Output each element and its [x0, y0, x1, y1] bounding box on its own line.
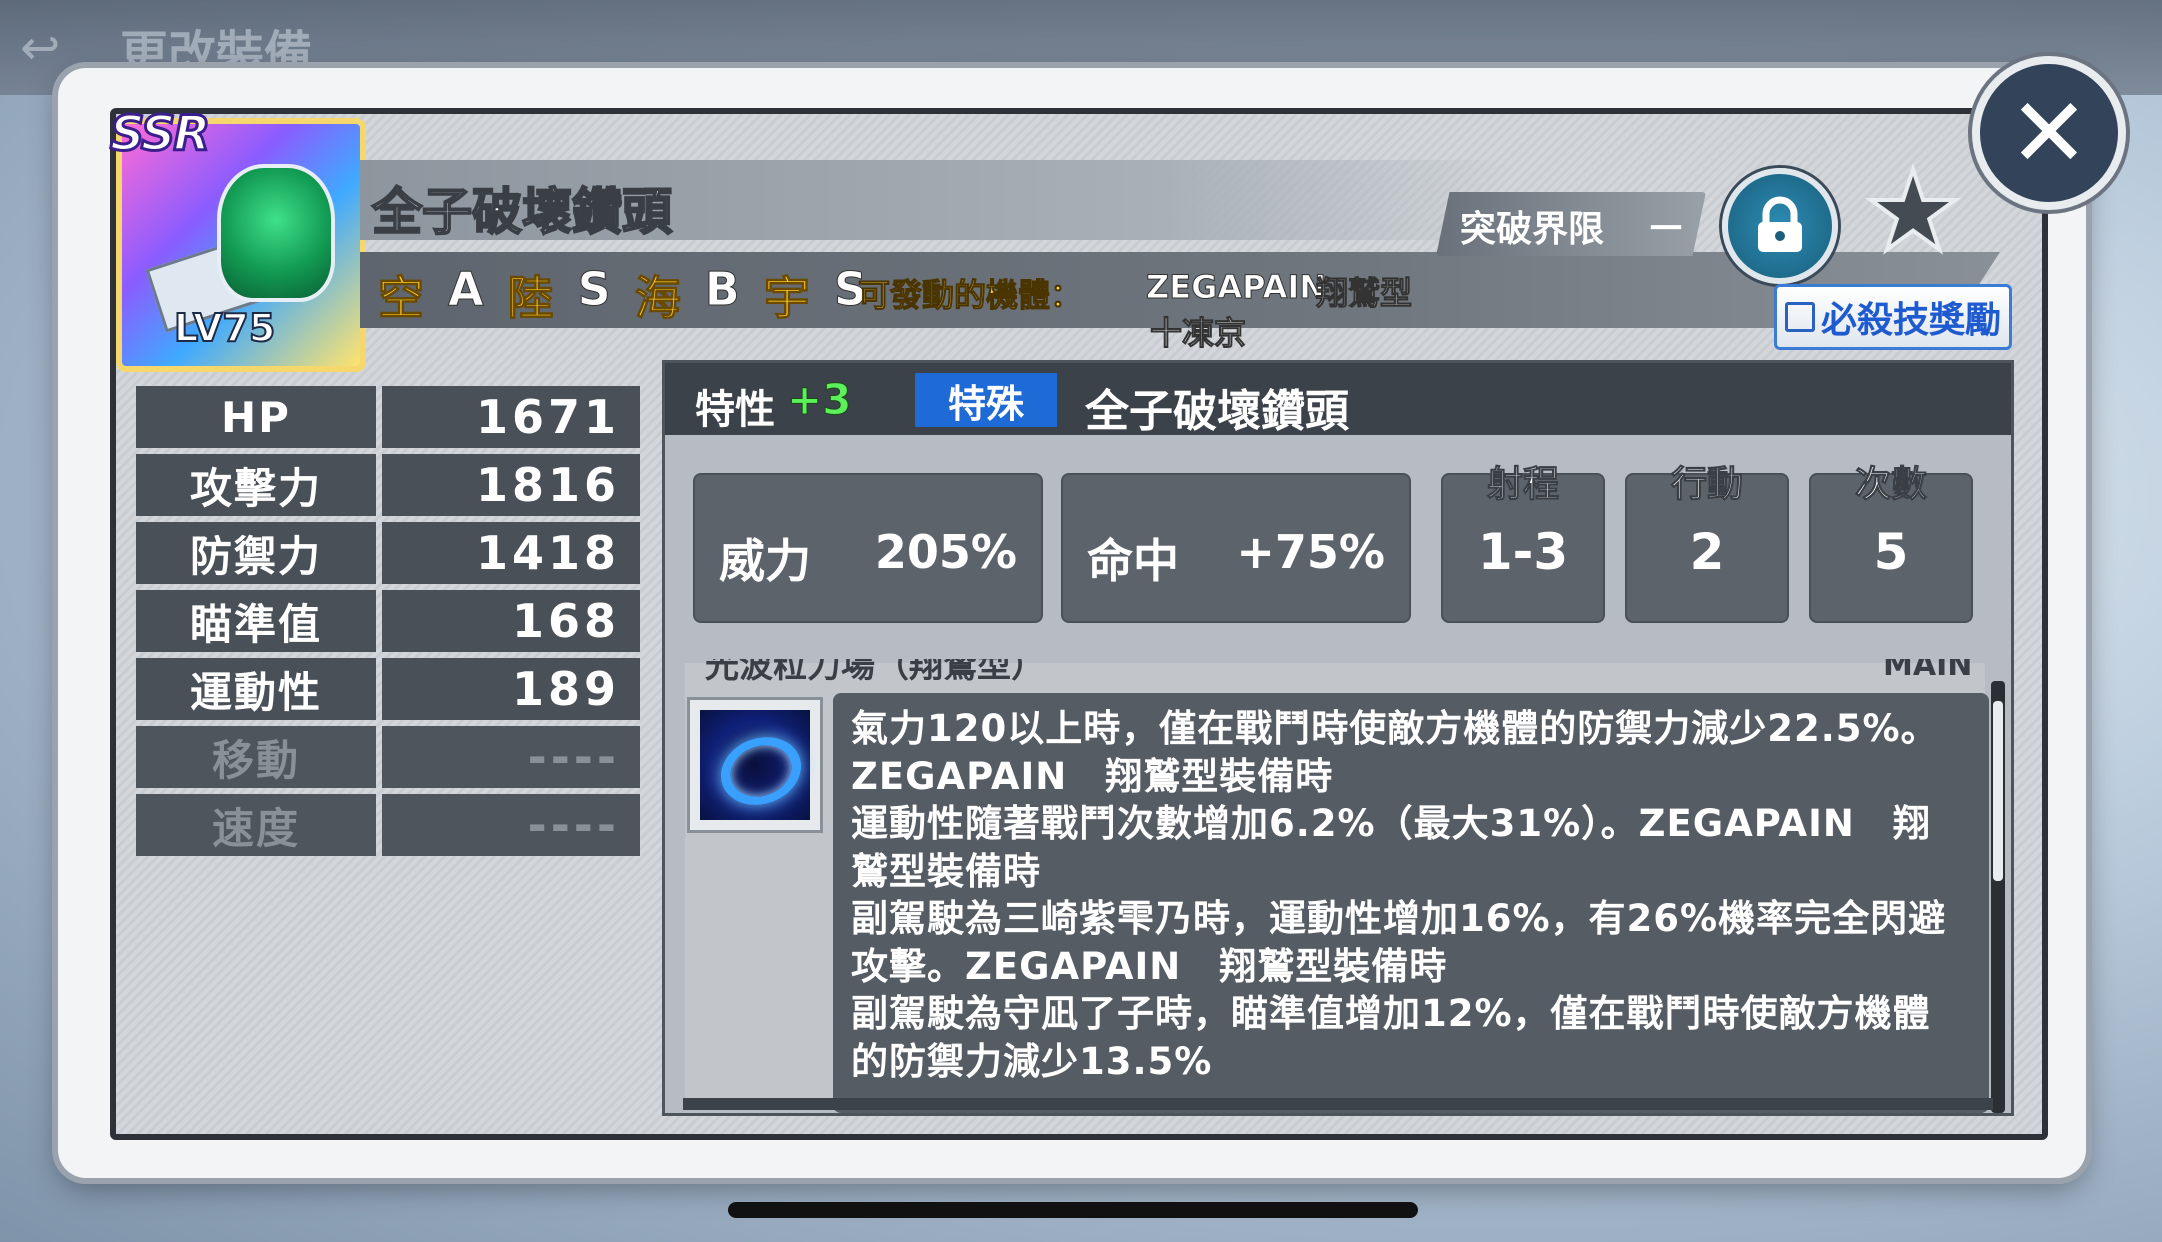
available-unit: 十凍京: [1149, 314, 1247, 353]
back-arrow-icon: ↩: [20, 20, 61, 76]
skill-header: 特性 +3 特殊 全子破壞鑽頭: [665, 363, 2011, 437]
star-icon[interactable]: ★: [1858, 154, 1968, 268]
range-label: 射程: [1486, 464, 1559, 506]
stat-row-move: 移動 ----: [136, 726, 642, 788]
available-unit: 翔鷲型: [1315, 274, 1413, 313]
stats-table: HP 1671 攻擊力 1816 防禦力 1418 瞄準值 168 運動性 18…: [136, 386, 642, 862]
count-value: 5: [1873, 523, 1909, 581]
ability-description: 氣力120以上時，僅在戰鬥時使敵方機體的防禦力減少22.5%。 ZEGAPAIN…: [851, 707, 1947, 1083]
terrain-sea-value: B: [704, 262, 746, 317]
count-box: 次數 5: [1809, 464, 1973, 623]
hit-label: 命中: [1087, 534, 1179, 588]
stat-label: 運動性: [136, 658, 376, 720]
home-indicator[interactable]: [728, 1202, 1418, 1218]
rarity-badge: SSR: [108, 105, 211, 164]
card-name: 全子破壞鑽頭: [371, 182, 673, 242]
stat-value: ----: [382, 794, 640, 856]
stat-label: 防禦力: [136, 522, 376, 584]
ability-tag-partial: MAIN: [1883, 659, 1973, 683]
ultimate-reward-label: 必殺技獎勵: [1820, 300, 2001, 341]
stat-label: HP: [136, 386, 376, 448]
stat-label: 速度: [136, 794, 376, 856]
limit-break-label: 突破界限: [1460, 209, 1605, 250]
stat-row-defense: 防禦力 1418: [136, 522, 642, 584]
copy-icon: [1784, 302, 1815, 332]
power-box: 威力 205%: [693, 473, 1043, 623]
terrain-land-label: 陸: [507, 271, 560, 326]
trait-bonus: +3: [786, 375, 852, 425]
stat-row-aim: 瞄準值 168: [136, 590, 642, 652]
terrain-space-label: 宇: [763, 271, 816, 326]
stat-value: 1418: [382, 522, 640, 584]
action-value: 2: [1689, 523, 1725, 581]
power-value: 205%: [874, 525, 1017, 579]
stat-row-speed: 速度 ----: [136, 794, 642, 856]
power-label: 威力: [719, 534, 811, 588]
range-value: 1-3: [1477, 523, 1569, 581]
stat-value: 1671: [382, 386, 640, 448]
stat-value: ----: [382, 726, 640, 788]
ability-icon-bg: [700, 710, 811, 820]
skill-name: 全子破壞鑽頭: [1085, 386, 1349, 437]
ability-icon-frame: [687, 697, 823, 833]
ultimate-reward-button[interactable]: 必殺技獎勵: [1774, 284, 2012, 350]
stat-label: 瞄準值: [136, 590, 376, 652]
scrollbar-thumb[interactable]: [1993, 701, 2003, 881]
available-units-label: 可發動的機體：: [857, 276, 1083, 315]
skill-panel: 特性 +3 特殊 全子破壞鑽頭 威力 205% 命中 +75% 射程 1-3 行…: [662, 360, 2014, 1116]
range-box: 射程 1-3: [1441, 464, 1605, 623]
portrait-art-mech: [217, 164, 335, 302]
stat-value: 189: [382, 658, 640, 720]
hit-box: 命中 +75%: [1061, 473, 1411, 623]
action-label: 行動: [1670, 464, 1743, 506]
level-badge: LV75: [173, 305, 276, 351]
limit-break-value: －: [1646, 206, 1686, 252]
terrain-ratings: 空A 陸S 海B 宇S: [378, 262, 873, 328]
terrain-air-value: A: [448, 262, 490, 317]
lock-icon: [1758, 196, 1802, 252]
terrain-land-value: S: [577, 262, 617, 317]
skill-type-tag: 特殊: [915, 373, 1057, 427]
stat-label: 攻擊力: [136, 454, 376, 516]
trait-label: 特性: [695, 387, 775, 433]
stat-label: 移動: [136, 726, 376, 788]
stat-row-mobility: 運動性 189: [136, 658, 642, 720]
ability-description-box: 氣力120以上時，僅在戰鬥時使敵方機體的防禦力減少22.5%。 ZEGAPAIN…: [833, 693, 1989, 1113]
close-icon[interactable]: ✕: [1972, 56, 2126, 210]
available-unit: ZEGAPAIN: [1145, 268, 1327, 307]
ring-icon: [711, 726, 811, 816]
count-label: 次數: [1854, 464, 1927, 506]
ability-title-partial: 光波粒力場（翔鷲型）: [705, 659, 1045, 683]
stat-row-hp: HP 1671: [136, 386, 642, 448]
next-ability-partial: [683, 1098, 1993, 1110]
action-box: 行動 2: [1625, 464, 1789, 623]
hit-value: +75%: [1236, 525, 1385, 579]
terrain-sea-label: 海: [634, 271, 687, 326]
terrain-air-label: 空: [378, 271, 430, 326]
stat-value: 168: [382, 590, 640, 652]
stat-row-attack: 攻擊力 1816: [136, 454, 642, 516]
stat-value: 1816: [382, 454, 640, 516]
lock-button[interactable]: [1722, 168, 1838, 284]
scrollbar[interactable]: [1991, 681, 2005, 1113]
